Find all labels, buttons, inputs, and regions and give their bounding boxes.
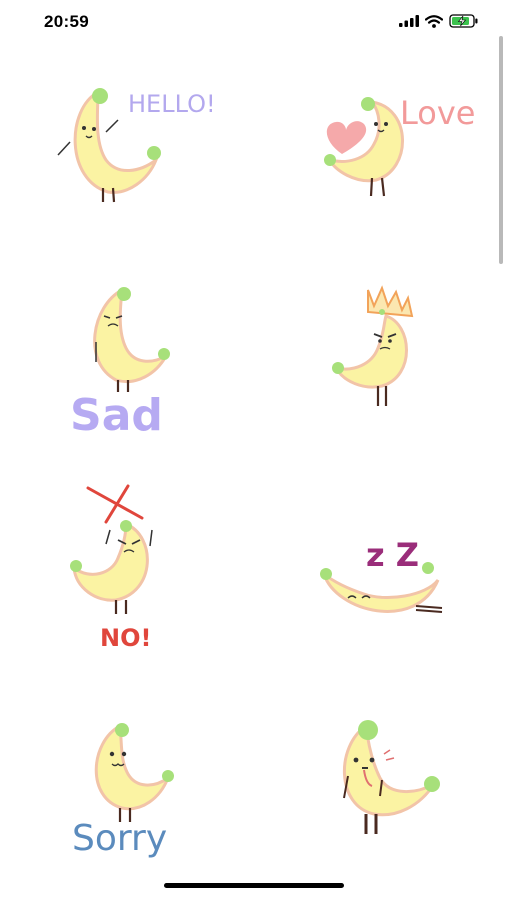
sticker-shy[interactable] bbox=[316, 706, 486, 876]
battery-charging-icon bbox=[449, 14, 478, 28]
sticker-caption: HELLO! bbox=[128, 90, 216, 118]
scrollbar[interactable] bbox=[499, 36, 503, 264]
cellular-signal-icon bbox=[399, 15, 419, 27]
wifi-icon bbox=[425, 14, 443, 28]
sticker-caption: NO! bbox=[100, 624, 151, 652]
sticker-caption: Love bbox=[400, 94, 475, 132]
sticker-sleep[interactable]: z Z bbox=[316, 482, 486, 652]
sticker-caption: Sorry bbox=[72, 818, 167, 859]
sticker-sorry[interactable]: Sorry bbox=[56, 706, 226, 876]
sticker-caption: Sad bbox=[70, 390, 163, 441]
status-time: 20:59 bbox=[44, 12, 89, 31]
status-icons bbox=[399, 14, 479, 28]
sticker-love[interactable]: Love bbox=[316, 80, 486, 250]
status-bar: 20:59 bbox=[0, 0, 507, 44]
home-indicator[interactable] bbox=[164, 883, 344, 888]
sticker-no[interactable]: NO! bbox=[56, 482, 226, 652]
sticker-sad[interactable]: Sad bbox=[56, 282, 226, 452]
sticker-caption: z Z bbox=[366, 536, 419, 574]
sticker-angry[interactable] bbox=[316, 282, 486, 452]
sticker-hello[interactable]: HELLO! bbox=[48, 80, 218, 250]
